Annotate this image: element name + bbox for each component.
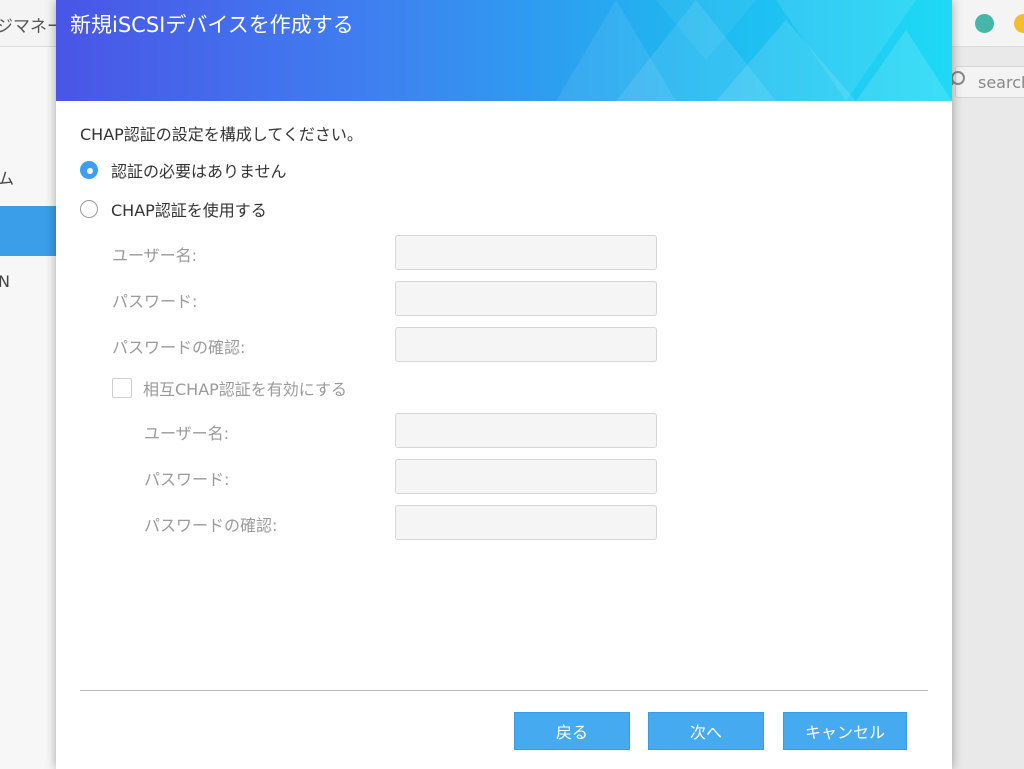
mutual-chap-checkbox[interactable] bbox=[112, 378, 132, 398]
no-auth-radio[interactable] bbox=[80, 161, 98, 179]
mutual-password-input[interactable] bbox=[395, 459, 657, 494]
option-no-auth[interactable]: 認証の必要はありません bbox=[80, 158, 287, 182]
intro-text: CHAP認証の設定を構成してください。 bbox=[80, 125, 363, 144]
create-iscsi-dialog: 新規iSCSIデバイスを作成する CHAP認証の設定を構成してください。 認証の… bbox=[56, 0, 952, 769]
window-minimize-dot[interactable] bbox=[1014, 14, 1024, 33]
chap-username-label: ユーザー名: bbox=[112, 246, 198, 265]
chap-password-input[interactable] bbox=[395, 281, 657, 316]
use-chap-radio[interactable] bbox=[80, 200, 98, 218]
chap-password-label: パスワード: bbox=[112, 292, 198, 311]
dialog-header: 新規iSCSIデバイスを作成する bbox=[56, 0, 952, 101]
use-chap-label[interactable]: CHAP認証を使用する bbox=[111, 197, 267, 221]
app-sidebar: ム bbox=[0, 47, 56, 769]
app-content-area bbox=[952, 47, 1024, 769]
mutual-chap-label[interactable]: 相互CHAP認証を有効にする bbox=[143, 376, 347, 400]
chap-confirm-input[interactable] bbox=[395, 327, 657, 362]
mutual-confirm-input[interactable] bbox=[395, 505, 657, 540]
chap-username-input[interactable] bbox=[395, 235, 657, 270]
chap-confirm-label: パスワードの確認: bbox=[112, 338, 246, 357]
back-button[interactable]: 戻る bbox=[514, 712, 630, 750]
mutual-confirm-label: パスワードの確認: bbox=[144, 516, 278, 535]
window-maximize-dot[interactable] bbox=[975, 14, 994, 33]
search-placeholder: search bbox=[978, 73, 1024, 92]
mutual-username-label: ユーザー名: bbox=[144, 424, 230, 443]
dialog-title: 新規iSCSIデバイスを作成する bbox=[70, 13, 354, 37]
next-button[interactable]: 次へ bbox=[648, 712, 764, 750]
app-title: ジマネー bbox=[0, 17, 64, 37]
sidebar-item-1[interactable]: ム bbox=[0, 165, 14, 189]
sidebar-item-2[interactable]: N bbox=[0, 272, 10, 291]
cancel-button[interactable]: キャンセル bbox=[783, 712, 907, 750]
mutual-username-input[interactable] bbox=[395, 413, 657, 448]
mutual-chap-option[interactable]: 相互CHAP認証を有効にする bbox=[112, 376, 347, 400]
footer-divider bbox=[80, 690, 928, 691]
option-use-chap[interactable]: CHAP認証を使用する bbox=[80, 197, 267, 221]
no-auth-label[interactable]: 認証の必要はありません bbox=[111, 158, 287, 182]
sidebar-item-selected[interactable] bbox=[0, 206, 56, 256]
mutual-password-label: パスワード: bbox=[144, 470, 230, 489]
